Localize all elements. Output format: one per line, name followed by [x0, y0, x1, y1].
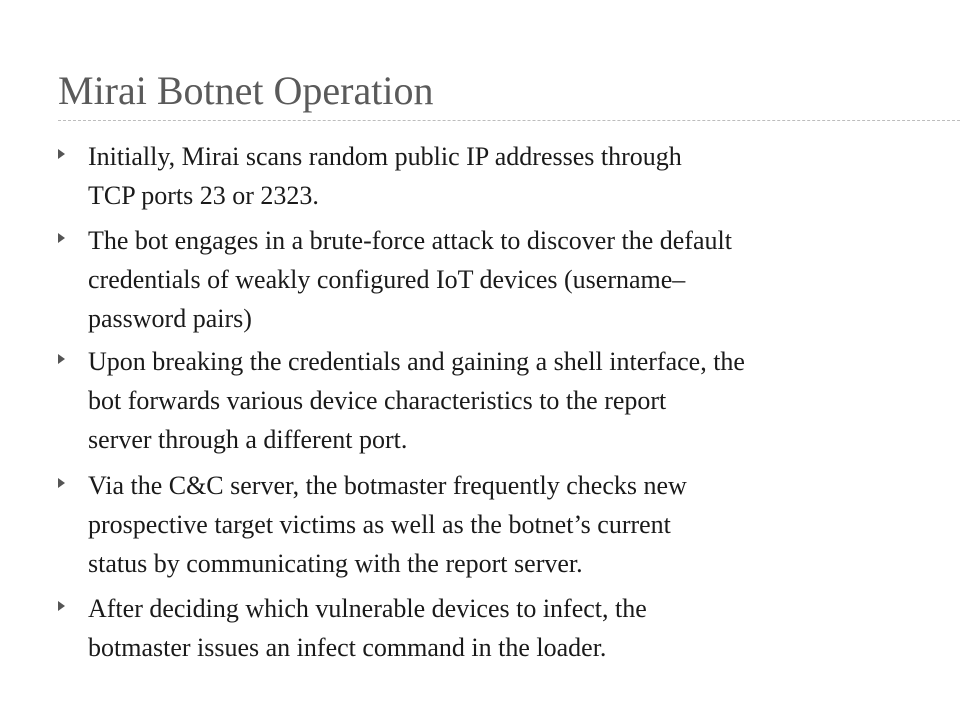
triangle-bullet-icon	[58, 601, 65, 611]
bullet-text: Initially, Mirai scans random public IP …	[88, 137, 906, 215]
triangle-bullet-icon	[58, 233, 65, 243]
bullet-line: bot forwards various device characterist…	[88, 386, 667, 415]
bullet-line: password pairs)	[88, 304, 252, 333]
bullet-line: After deciding which vulnerable devices …	[88, 594, 647, 623]
bullet-line: Via the C&C server, the botmaster freque…	[88, 471, 687, 500]
slide: Mirai Botnet Operation Initially, Mirai …	[0, 0, 960, 720]
slide-title: Mirai Botnet Operation	[58, 68, 434, 113]
bullet-line: status by communicating with the report …	[88, 549, 583, 578]
bullet-line: Upon breaking the credentials and gainin…	[88, 347, 745, 376]
bullet-text: The bot engages in a brute-force attack …	[88, 221, 906, 338]
triangle-bullet-icon	[58, 149, 65, 159]
bullet-line: botmaster issues an infect command in th…	[88, 633, 607, 662]
bullet-line: credentials of weakly configured IoT dev…	[88, 265, 686, 294]
triangle-bullet-icon	[58, 354, 65, 364]
bullet-line: prospective target victims as well as th…	[88, 510, 671, 539]
triangle-bullet-icon	[58, 478, 65, 488]
bullet-text: After deciding which vulnerable devices …	[88, 589, 906, 667]
bullet-line: TCP ports 23 or 2323.	[88, 181, 319, 210]
bullet-text: Upon breaking the credentials and gainin…	[88, 342, 906, 459]
bullet-line: server through a different port.	[88, 425, 408, 454]
title-divider	[58, 120, 960, 121]
bullet-text: Via the C&C server, the botmaster freque…	[88, 466, 906, 583]
bullet-line: Initially, Mirai scans random public IP …	[88, 142, 682, 171]
bullet-line: The bot engages in a brute-force attack …	[88, 226, 732, 255]
